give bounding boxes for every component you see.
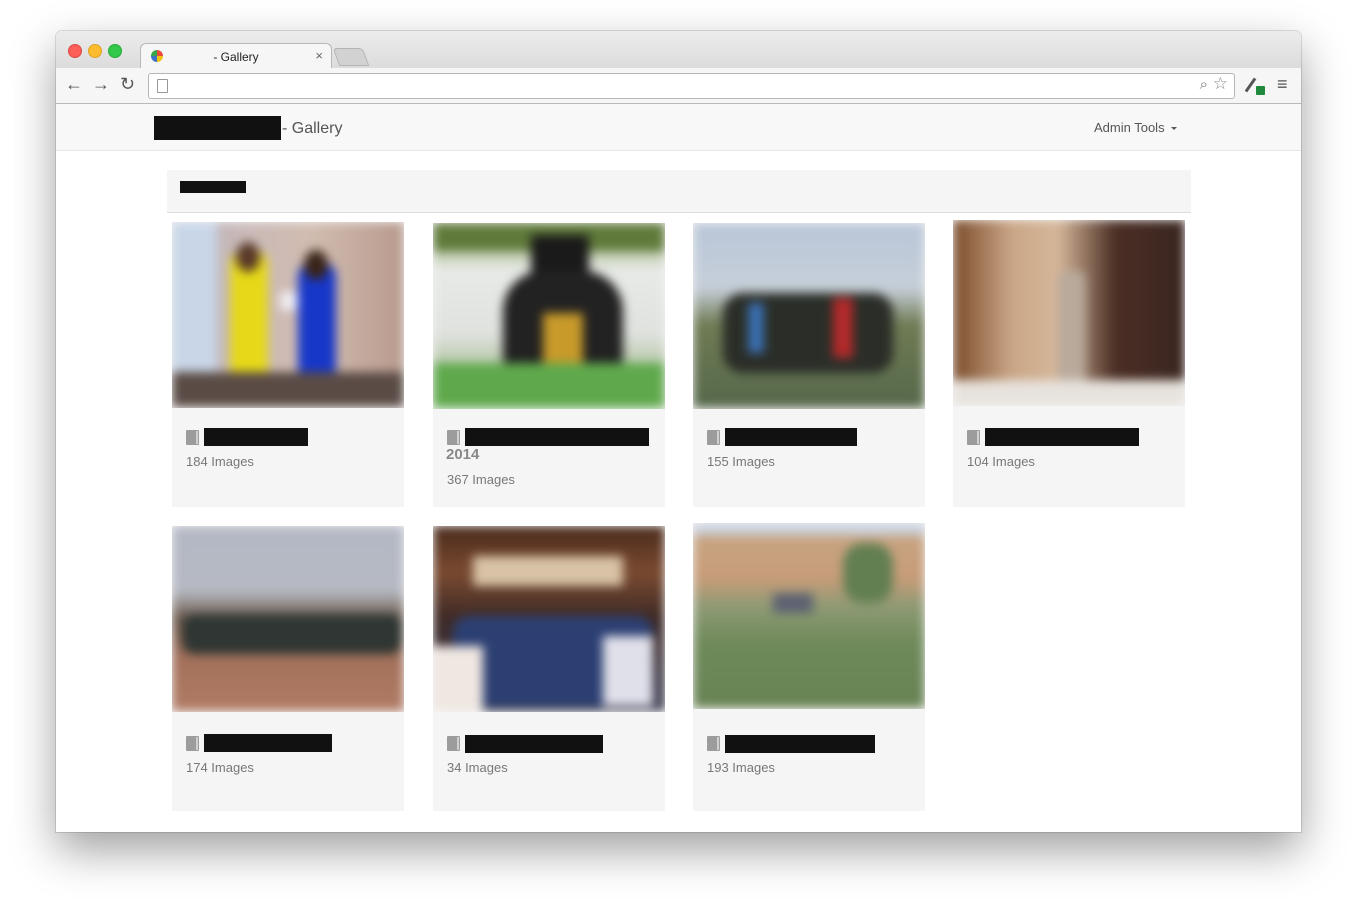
album-image-count: 367 Images	[447, 472, 515, 487]
album-icon	[186, 430, 199, 445]
album-card[interactable]: 193 Images	[693, 523, 925, 811]
browser-menu-icon[interactable]: ≡	[1277, 74, 1288, 95]
album-icon	[707, 430, 720, 445]
site-navbar: - Gallery Admin Tools	[56, 104, 1301, 151]
back-arrow-icon[interactable]: ←	[65, 73, 83, 95]
zoom-icon[interactable]: ⌕	[1200, 76, 1208, 93]
album-name-year: 2014	[446, 446, 480, 463]
new-tab-button[interactable]	[332, 48, 370, 66]
album-thumbnail[interactable]	[172, 526, 404, 712]
album-name-redaction[interactable]	[725, 735, 875, 753]
album-icon	[186, 736, 199, 751]
forward-arrow-icon[interactable]: →	[92, 73, 110, 95]
album-icon	[447, 736, 460, 751]
album-thumbnail[interactable]	[172, 222, 404, 408]
album-card[interactable]: 104 Images	[953, 220, 1185, 507]
album-icon	[447, 430, 460, 445]
brand-title[interactable]: - Gallery	[282, 120, 342, 138]
album-card[interactable]: 184 Images	[172, 222, 404, 507]
album-thumbnail[interactable]	[433, 223, 665, 409]
admin-tools-label: Admin Tools	[1094, 120, 1165, 135]
album-thumbnail[interactable]	[953, 220, 1185, 406]
album-image-count: 184 Images	[186, 454, 254, 469]
album-name-redaction[interactable]	[465, 735, 603, 753]
tab-close-icon[interactable]: ×	[315, 48, 323, 63]
close-window-button[interactable]	[68, 44, 82, 58]
album-card[interactable]: 155 Images	[693, 223, 925, 507]
minimize-window-button[interactable]	[88, 44, 102, 58]
browser-tab[interactable]: - Gallery ×	[140, 43, 332, 70]
bookmark-star-icon[interactable]: ☆	[1213, 74, 1228, 94]
album-thumbnail[interactable]	[693, 223, 925, 409]
album-image-count: 104 Images	[967, 454, 1035, 469]
caret-down-icon	[1170, 127, 1177, 131]
album-thumbnail[interactable]	[433, 526, 665, 712]
eyedropper-extension-icon[interactable]	[1244, 75, 1266, 95]
album-name-redaction[interactable]	[725, 428, 857, 446]
browser-toolbar: ← → ↻ ⌕ ☆ ≡	[56, 68, 1301, 104]
album-name-redaction[interactable]	[985, 428, 1139, 446]
heading-redaction	[180, 181, 246, 193]
address-bar[interactable]: ⌕ ☆	[148, 73, 1235, 99]
admin-tools-dropdown[interactable]: Admin Tools	[1094, 120, 1177, 135]
album-name-redaction[interactable]	[204, 428, 308, 446]
album-card[interactable]: 34 Images	[433, 526, 665, 811]
page-icon	[157, 79, 168, 93]
album-image-count: 193 Images	[707, 760, 775, 775]
title-bar: - Gallery ×	[56, 31, 1301, 70]
tab-title: - Gallery	[213, 50, 259, 64]
album-image-count: 155 Images	[707, 454, 775, 469]
album-image-count: 34 Images	[447, 760, 508, 775]
brand-redaction	[154, 116, 281, 140]
browser-window: - Gallery × ← → ↻ ⌕ ☆ ≡ - Gallery Admin …	[56, 31, 1301, 832]
album-thumbnail[interactable]	[693, 523, 925, 709]
album-card[interactable]: 2014 367 Images	[433, 223, 665, 507]
zoom-window-button[interactable]	[108, 44, 122, 58]
gallery-heading-panel	[167, 170, 1191, 213]
album-image-count: 174 Images	[186, 760, 254, 775]
album-icon	[707, 736, 720, 751]
reload-icon[interactable]: ↻	[120, 73, 135, 95]
album-name-redaction[interactable]	[465, 428, 649, 446]
album-card[interactable]: 174 Images	[172, 526, 404, 811]
album-name-redaction[interactable]	[204, 734, 332, 752]
album-icon	[967, 430, 980, 445]
